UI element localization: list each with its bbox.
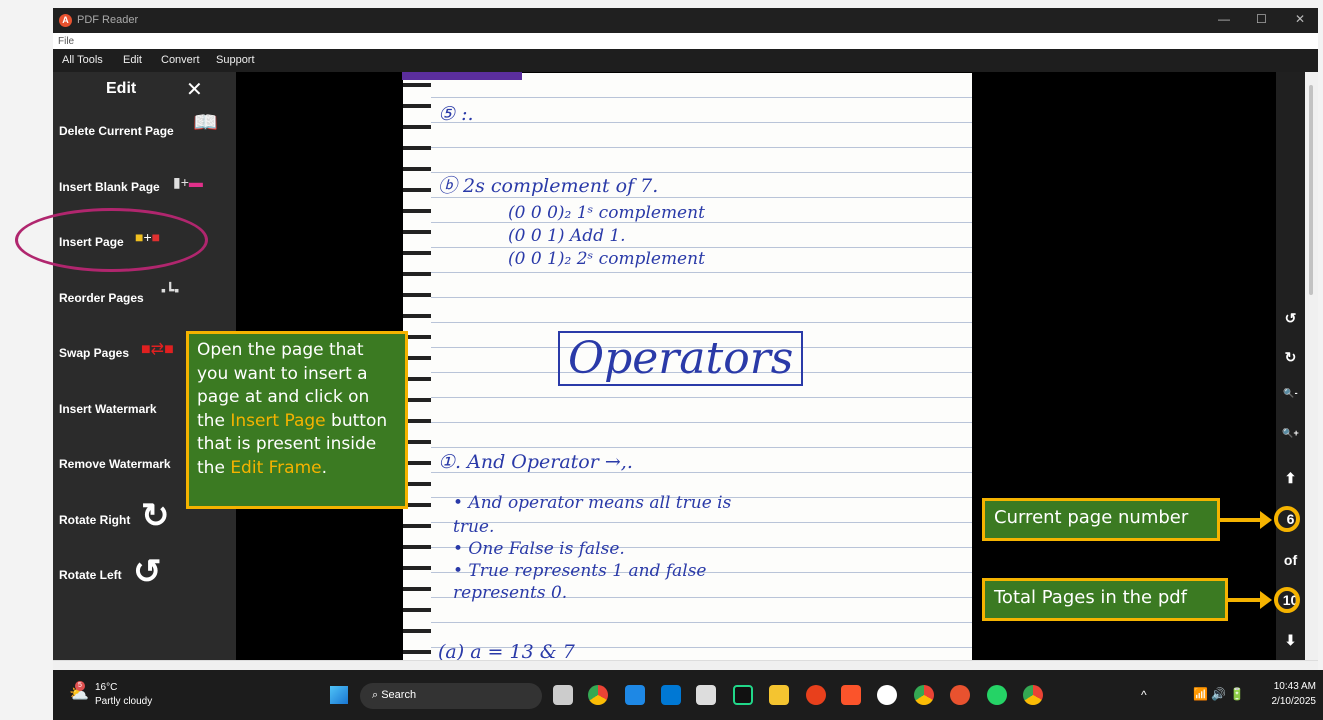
tab-support[interactable]: Support [216,54,255,66]
handwritten-line: (a) a = 13 & 7 [438,641,575,660]
file-explorer-icon[interactable] [769,685,789,705]
handwritten-heading: Operators [558,331,804,386]
previous-page-button[interactable]: ⬆ [1276,470,1305,487]
mongodb-icon[interactable] [877,685,897,705]
highlight-ellipse [15,208,208,272]
task-view-icon[interactable] [553,685,573,705]
brave-icon[interactable] [841,685,861,705]
sidebar-close-button[interactable]: ✕ [186,77,203,102]
handwritten-line: (0 0 1)₂ 2ˢ complement [508,249,705,269]
zoom-in-button[interactable]: 🔍+ [1276,428,1305,439]
pdf-page: ⑤ :. ⓑ 2s complement of 7. (0 0 0)₂ 1ˢ c… [403,73,972,660]
page-edge-decoration [402,72,522,80]
remove-watermark-button[interactable]: Remove Watermark [59,457,171,471]
reorder-pages-icon: ▪┗▪ [161,282,180,298]
clock-time[interactable]: 10:43 AM [1271,681,1316,692]
tab-all-tools[interactable]: All Tools [62,54,103,66]
handwritten-line: • And operator means all true is [453,493,732,513]
rotate-right-view-button[interactable]: ↻ [1276,349,1305,366]
tab-convert[interactable]: Convert [161,54,200,66]
search-label: Search [381,689,417,701]
weather-temp[interactable]: 16°C [95,682,117,693]
search-box[interactable]: ⌕ Search [360,683,542,709]
handwritten-line: ①. And Operator →,. [438,451,633,473]
search-icon: ⌕ [372,689,382,701]
rotate-left-button[interactable]: Rotate Left [59,568,122,582]
pycharm-icon[interactable] [733,685,753,705]
callout-highlight: Insert Page [230,410,326,431]
rotate-right-button[interactable]: Rotate Right [59,513,130,527]
instruction-callout: Open the page that you want to insert a … [186,331,408,509]
swap-pages-icon: ■⇄■ [141,341,174,358]
next-page-button[interactable]: ⬇ [1276,632,1305,649]
handwritten-line: • One False is false. [453,539,625,559]
weather-desc[interactable]: Partly cloudy [95,696,152,707]
delete-page-icon: 📖 [193,112,218,134]
total-pages-ring [1274,587,1300,613]
rotate-left-view-button[interactable]: ↺ [1276,310,1305,327]
clock-date[interactable]: 2/10/2025 [1266,696,1317,707]
horizontal-scrollbar[interactable] [53,660,1318,670]
insert-watermark-button[interactable]: Insert Watermark [59,402,157,416]
callout-text: . [321,457,328,478]
rotate-right-icon: ↻ [141,497,170,535]
insert-blank-page-button[interactable]: Insert Blank Page [59,180,160,194]
whatsapp-icon[interactable] [987,685,1007,705]
rotate-left-icon: ↺ [133,553,162,591]
delete-current-page-button[interactable]: Delete Current Page [59,124,174,138]
handwritten-line: true. [453,517,495,537]
title-bar: A PDF Reader — ☐ ✕ [53,8,1318,33]
sidebar-title: Edit [106,80,137,97]
chrome-profile-icon[interactable] [914,685,934,705]
wps-icon[interactable] [806,685,826,705]
minimize-button[interactable]: — [1218,12,1230,26]
taskbar: ⛅ 5 16°C Partly cloudy ⌕ Search ^ 📶 🔊 🔋 … [53,670,1323,720]
tab-edit[interactable]: Edit [123,54,142,66]
weather-badge: 5 [75,681,85,691]
right-toolbar: ↺ ↻ 🔍- 🔍+ ⬆ 6 of 10 ⬇ [1276,72,1305,660]
swap-pages-button[interactable]: Swap Pages [59,346,129,360]
reorder-pages-button[interactable]: Reorder Pages [59,291,144,305]
insert-blank-page-icon: ▮+▬ [173,174,203,190]
snipping-tool-icon[interactable] [696,685,716,705]
notepad-icon[interactable] [625,685,645,705]
vscode-icon[interactable] [661,685,681,705]
menu-bar: File [53,33,1318,49]
handwritten-line: • True represents 1 and false [453,561,707,581]
window-title: PDF Reader [77,14,139,26]
start-button[interactable] [330,686,348,704]
vertical-scrollbar-thumb[interactable] [1309,85,1313,295]
arrow-icon [1228,591,1272,609]
callout-highlight: Edit Frame [230,457,322,478]
maximize-button[interactable]: ☐ [1256,12,1267,26]
tray-overflow-icon[interactable]: ^ [1141,688,1147,702]
arrow-icon [1220,511,1272,529]
chrome-icon[interactable] [588,685,608,705]
toolbar: All Tools Edit Convert Support [53,49,1318,72]
page-of-label: of [1283,552,1298,568]
handwritten-line: ⓑ 2s complement of 7. [438,175,659,197]
current-page-callout: Current page number [982,498,1220,541]
pdf-reader-icon[interactable] [950,685,970,705]
handwritten-line: (0 0 1) Add 1. [508,226,626,246]
handwritten-line: represents 0. [453,583,568,603]
close-window-button[interactable]: ✕ [1295,12,1305,26]
wifi-volume-battery-icon[interactable]: 📶 🔊 🔋 [1193,687,1245,701]
chrome-profile-2-icon[interactable] [1023,685,1043,705]
menu-file[interactable]: File [58,36,74,47]
current-page-ring [1274,506,1300,532]
handwritten-line: (0 0 0)₂ 1ˢ complement [508,203,705,223]
app-logo-icon: A [59,14,72,27]
zoom-out-button[interactable]: 🔍- [1276,388,1305,399]
handwritten-line: ⑤ :. [438,103,474,125]
total-pages-callout: Total Pages in the pdf [982,578,1228,621]
